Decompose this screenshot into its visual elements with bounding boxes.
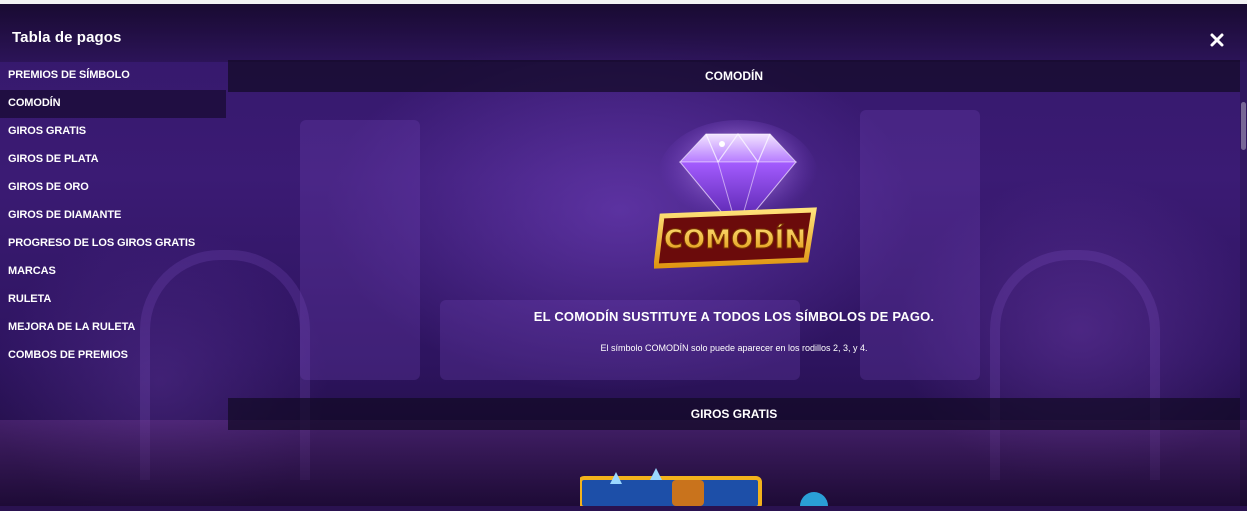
- nav-item-giros-gratis[interactable]: GIROS GRATIS: [0, 118, 226, 146]
- scrollbar-thumb[interactable]: [1241, 102, 1246, 150]
- wild-symbol-label: COMODÍN: [664, 223, 806, 255]
- close-icon[interactable]: [1205, 28, 1229, 52]
- nav-item-giros-de-oro[interactable]: GIROS DE ORO: [0, 174, 226, 202]
- nav-item-combos-de-premios[interactable]: COMBOS DE PREMIOS: [0, 342, 226, 370]
- paytable-title: Tabla de pagos: [12, 29, 122, 46]
- section-header-giros-gratis: GIROS GRATIS: [228, 398, 1240, 430]
- paytable-header: Tabla de pagos: [0, 4, 1247, 62]
- nav-item-mejora-de-la-ruleta[interactable]: MEJORA DE LA RULETA: [0, 314, 226, 342]
- nav-item-comodin[interactable]: COMODÍN: [0, 90, 226, 118]
- nav-item-progreso-giros-gratis[interactable]: PROGRESO DE LOS GIROS GRATIS: [0, 230, 226, 258]
- wild-description: El símbolo COMODÍN solo puede aparecer e…: [600, 343, 868, 353]
- nav-item-premios-de-simbolo[interactable]: PREMIOS DE SÍMBOLO: [0, 62, 226, 90]
- nav-item-ruleta[interactable]: RULETA: [0, 286, 226, 314]
- diamond-wild-icon: COMODÍN: [653, 120, 822, 272]
- section-header-comodin: COMODÍN: [228, 60, 1240, 92]
- content-scrollbar[interactable]: [1240, 62, 1247, 506]
- nav-item-giros-de-plata[interactable]: GIROS DE PLATA: [0, 146, 226, 174]
- free-spins-scatter-icon: [578, 466, 840, 511]
- paytable-nav: PREMIOS DE SÍMBOLO COMODÍN GIROS GRATIS …: [0, 62, 226, 372]
- wild-headline: EL COMODÍN SUSTITUYE A TODOS LOS SÍMBOLO…: [533, 309, 935, 324]
- nav-item-giros-de-diamante[interactable]: GIROS DE DIAMANTE: [0, 202, 226, 230]
- nav-item-marcas[interactable]: MARCAS: [0, 258, 226, 286]
